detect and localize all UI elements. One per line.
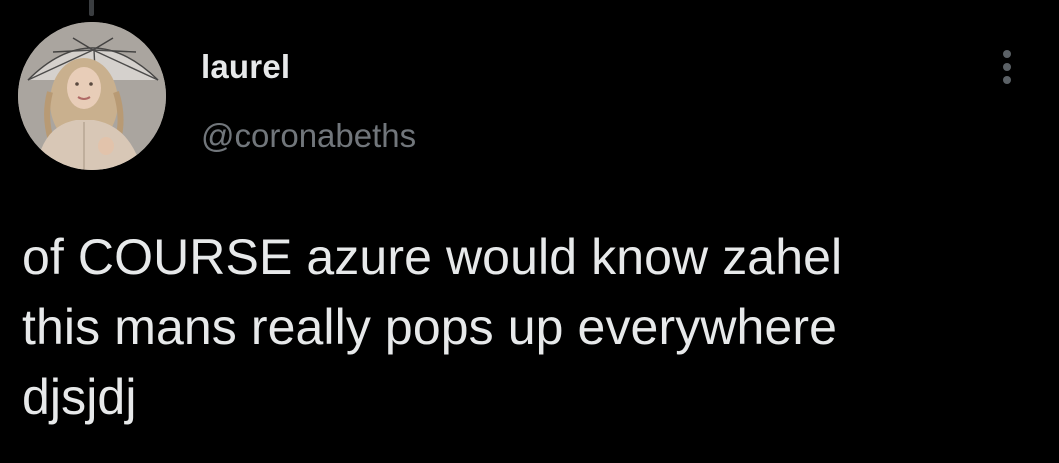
author-handle[interactable]: @coronabeths xyxy=(201,117,416,155)
author-display-name[interactable]: laurel xyxy=(201,48,290,86)
thread-connector-line xyxy=(89,0,94,16)
more-vertical-icon xyxy=(1003,50,1011,84)
avatar[interactable] xyxy=(18,22,166,170)
profile-photo-umbrella-icon xyxy=(18,22,166,170)
tweet-text: of COURSE azure would know zahel this ma… xyxy=(22,229,843,425)
more-options-button[interactable] xyxy=(990,46,1024,88)
